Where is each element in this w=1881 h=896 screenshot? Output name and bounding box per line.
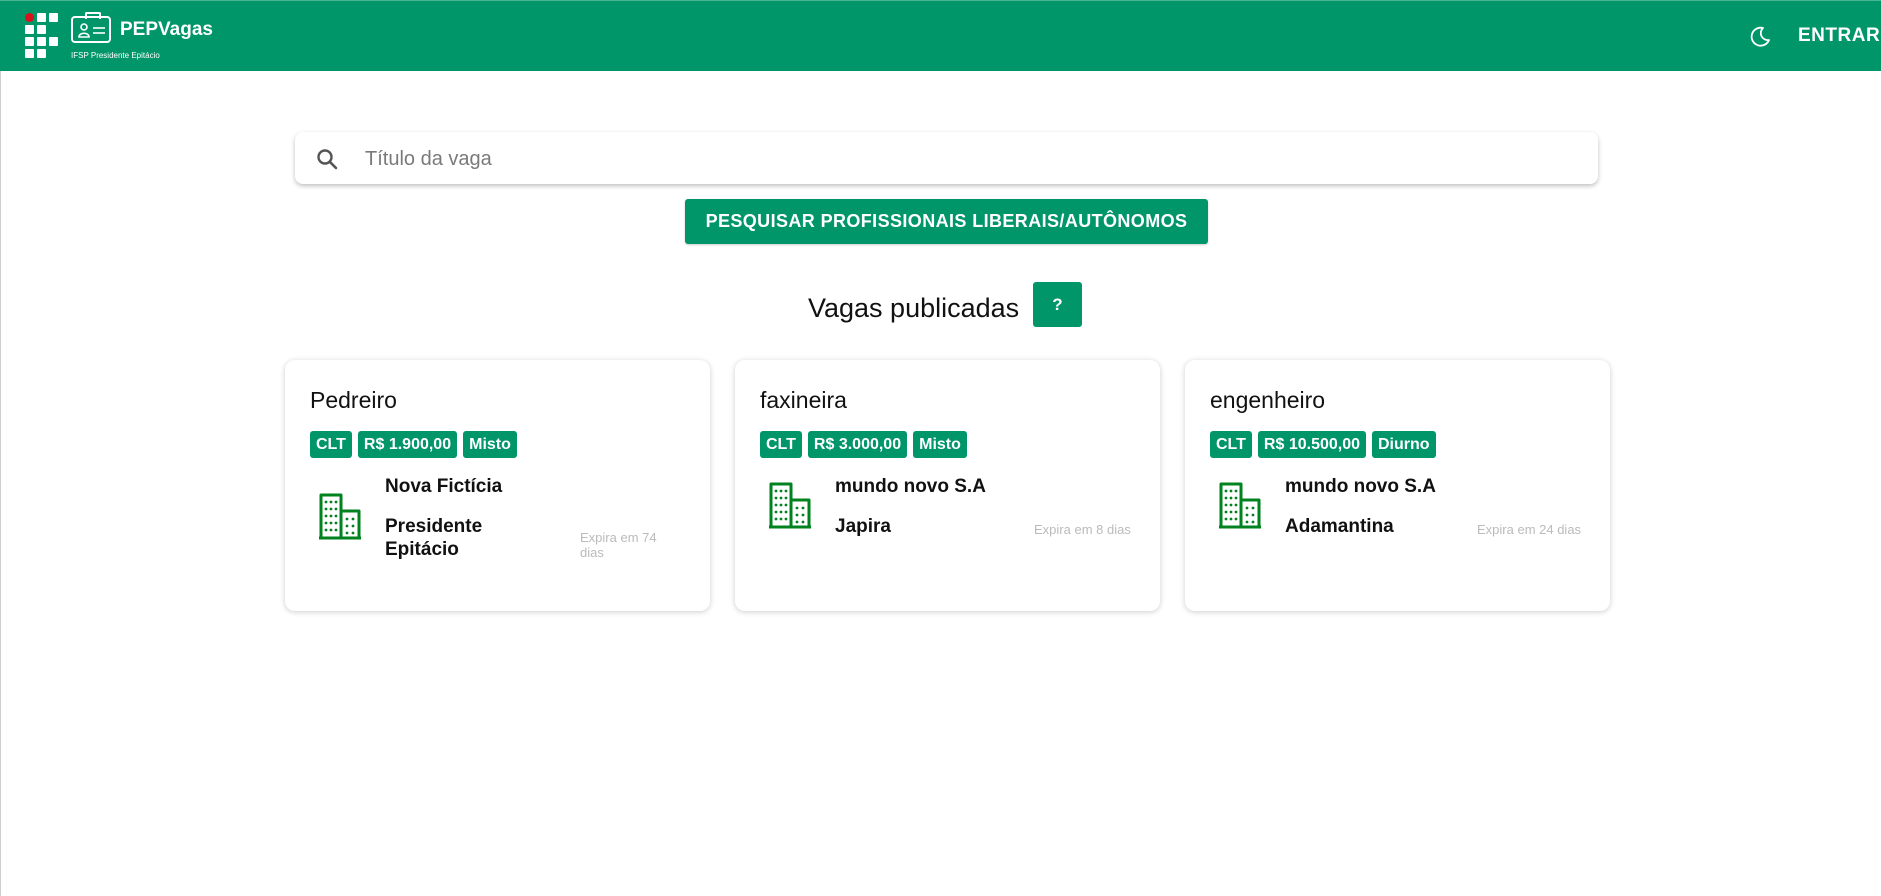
job-city: Japira bbox=[835, 516, 891, 537]
login-button[interactable]: ENTRAR bbox=[1798, 25, 1880, 47]
building-icon bbox=[1217, 480, 1265, 530]
id-card-logo-icon bbox=[71, 12, 111, 43]
job-tags: CLT R$ 3.000,00 Misto bbox=[760, 431, 967, 458]
job-title: engenheiro bbox=[1210, 387, 1326, 413]
shift-tag: Misto bbox=[913, 431, 967, 458]
search-bar bbox=[295, 132, 1598, 186]
page-edge bbox=[0, 0, 1, 896]
ifsp-logo bbox=[25, 13, 61, 59]
contract-tag: CLT bbox=[310, 431, 352, 458]
building-icon bbox=[317, 491, 365, 541]
search-icon bbox=[315, 147, 339, 171]
contract-tag: CLT bbox=[1210, 431, 1252, 458]
job-card[interactable]: Pedreiro CLT R$ 1.900,00 Misto Nova Fict… bbox=[285, 360, 710, 611]
section-title: Vagas publicadas bbox=[808, 293, 1020, 323]
search-professionals-button[interactable]: PESQUISAR PROFISSIONAIS LIBERAIS/AUTÔNOM… bbox=[685, 199, 1208, 244]
job-title-search-input[interactable] bbox=[363, 132, 1567, 186]
job-tags: CLT R$ 1.900,00 Misto bbox=[310, 431, 517, 458]
building-icon bbox=[767, 480, 815, 530]
expiration-text: Expira em 74 dias bbox=[580, 530, 657, 560]
job-title: Pedreiro bbox=[310, 387, 397, 413]
job-city: Presidente Epitácio bbox=[385, 516, 483, 560]
job-card[interactable]: faxineira CLT R$ 3.000,00 Misto mundo no… bbox=[735, 360, 1160, 611]
expiration-text: Expira em 8 dias bbox=[1034, 522, 1131, 537]
salary-tag: R$ 3.000,00 bbox=[807, 431, 908, 458]
brand-title[interactable]: PEPVagas bbox=[120, 19, 213, 41]
job-title: faxineira bbox=[760, 387, 847, 413]
brand-subtitle: IFSP Presidente Epitácio bbox=[71, 51, 160, 60]
expiration-text: Expira em 24 dias bbox=[1477, 522, 1582, 537]
job-city: Adamantina bbox=[1285, 516, 1394, 537]
help-button[interactable]: ? bbox=[1033, 282, 1082, 327]
company-name: mundo novo S.A bbox=[1285, 476, 1436, 497]
contract-tag: CLT bbox=[760, 431, 802, 458]
salary-tag: R$ 10.500,00 bbox=[1257, 431, 1366, 458]
salary-tag: R$ 1.900,00 bbox=[357, 431, 458, 458]
job-card[interactable]: engenheiro CLT R$ 10.500,00 Diurno mundo… bbox=[1185, 360, 1610, 611]
company-name: Nova Fictícia bbox=[385, 476, 503, 497]
company-name: mundo novo S.A bbox=[835, 476, 986, 497]
shift-tag: Misto bbox=[463, 431, 517, 458]
top-app-bar: PEPVagas IFSP Presidente Epitácio ENTRAR bbox=[0, 0, 1881, 71]
moon-icon[interactable] bbox=[1748, 25, 1772, 49]
shift-tag: Diurno bbox=[1372, 431, 1436, 458]
job-tags: CLT R$ 10.500,00 Diurno bbox=[1210, 431, 1436, 458]
